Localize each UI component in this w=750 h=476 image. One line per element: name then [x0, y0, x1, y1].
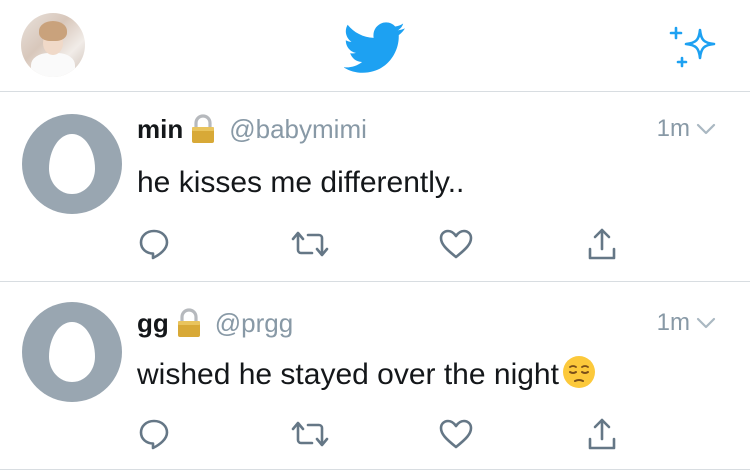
lock-icon	[177, 308, 200, 337]
tweet[interactable]: min @babymimi 1m he kisses me differentl…	[0, 92, 750, 282]
tweet-actions	[0, 414, 750, 454]
chevron-down-icon[interactable]	[696, 122, 716, 136]
share-icon	[588, 418, 616, 450]
default-egg-avatar[interactable]	[22, 302, 122, 402]
user-handle[interactable]: @babymimi	[229, 114, 367, 145]
chevron-down-icon[interactable]	[696, 316, 716, 330]
timestamp[interactable]: 1m	[657, 115, 690, 143]
retweet-button[interactable]	[290, 414, 330, 454]
top-navigation-bar	[0, 0, 750, 92]
twitter-bird-icon	[344, 22, 405, 73]
reply-icon	[139, 229, 169, 260]
reply-icon	[139, 419, 169, 450]
tweet[interactable]: gg @prgg 1m wished he stayed over the ni…	[0, 282, 750, 470]
reply-button[interactable]	[134, 224, 174, 264]
share-button[interactable]	[582, 224, 622, 264]
tweet-header: gg @prgg	[137, 306, 293, 340]
heart-icon	[439, 229, 473, 259]
display-name[interactable]: min	[137, 114, 183, 145]
share-icon	[588, 228, 616, 260]
pensive-face-emoji	[562, 356, 595, 388]
lock-icon	[192, 114, 215, 143]
heart-icon	[439, 419, 473, 449]
sparkle-icon[interactable]	[668, 24, 720, 70]
tweet-text: wished he stayed over the night	[137, 354, 597, 392]
tweet-header: min @babymimi	[137, 112, 367, 146]
default-egg-avatar[interactable]	[22, 114, 122, 214]
like-button[interactable]	[436, 224, 476, 264]
retweet-icon	[291, 421, 329, 447]
tweet-actions	[0, 224, 750, 264]
like-button[interactable]	[436, 414, 476, 454]
retweet-icon	[291, 231, 329, 257]
user-handle[interactable]: @prgg	[215, 308, 293, 339]
display-name[interactable]: gg	[137, 308, 169, 339]
profile-avatar[interactable]	[21, 13, 85, 77]
reply-button[interactable]	[134, 414, 174, 454]
tweet-meta: 1m	[657, 112, 716, 146]
timestamp[interactable]: 1m	[657, 309, 690, 337]
tweet-meta: 1m	[657, 306, 716, 340]
tweet-text: he kisses me differently..	[137, 166, 465, 199]
retweet-button[interactable]	[290, 224, 330, 264]
share-button[interactable]	[582, 414, 622, 454]
